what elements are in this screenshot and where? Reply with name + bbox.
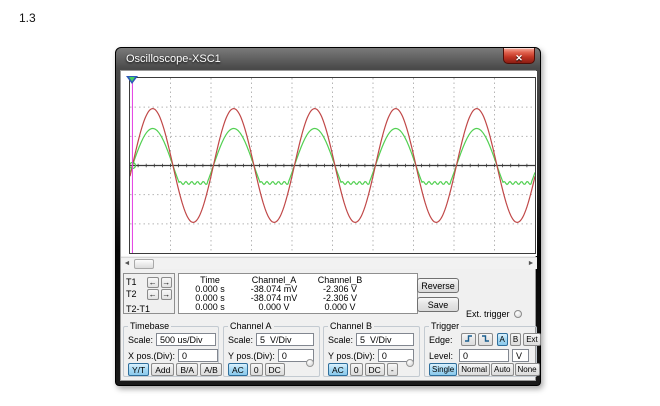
t2-left-button[interactable]: ← <box>147 289 159 300</box>
left-arrow-icon: ← <box>149 290 157 299</box>
channel-a-title: Channel A <box>228 321 274 331</box>
channel-b-group: Channel B Scale: Y pos.(Div): AC 0 DC - <box>323 326 420 377</box>
channel-a-scale-label: Scale: <box>228 335 253 345</box>
t1-label: T1 <box>126 277 145 287</box>
scroll-left-button[interactable]: ◄ <box>121 258 133 270</box>
cursor-triangle-icon <box>126 76 138 84</box>
channel-b-ac-button[interactable]: AC <box>328 363 348 376</box>
window-title: Oscilloscope-XSC1 <box>126 53 221 65</box>
scroll-left-icon: ◄ <box>124 260 131 267</box>
close-icon: ✕ <box>515 53 523 63</box>
ab-button[interactable]: A/B <box>200 363 222 376</box>
channel-a-indicator <box>306 359 314 367</box>
ext-trigger-radio[interactable] <box>514 310 522 318</box>
scope-display <box>121 71 537 256</box>
channel-a-scale-input[interactable] <box>256 333 314 346</box>
falling-edge-icon <box>481 334 490 343</box>
right-arrow-icon: → <box>162 290 170 299</box>
waveform-plot <box>130 78 535 253</box>
trigger-none-button[interactable]: None <box>515 363 540 376</box>
ext-trigger-label: Ext. trigger <box>466 309 510 319</box>
channel-a-0-button[interactable]: 0 <box>250 363 263 376</box>
readout-section: T1 ← → T2 ← → T2-T1 Time <box>121 272 537 316</box>
channel-b-dc-button[interactable]: DC <box>365 363 385 376</box>
cursor-handle[interactable] <box>126 71 138 79</box>
measurement-table: Time Channel_A Channel_B 0.000 s -38.074… <box>178 273 418 314</box>
right-arrow-icon: → <box>162 278 170 287</box>
graticule <box>129 77 536 254</box>
ba-button[interactable]: B/A <box>176 363 198 376</box>
trigger-a-button[interactable]: A <box>497 333 508 346</box>
timebase-xpos-label: X pos.(Div): <box>128 351 175 361</box>
trigger-group: Trigger Edge: A <box>424 326 537 377</box>
reverse-button[interactable]: Reverse <box>417 278 459 293</box>
trigger-ext-button[interactable]: Ext <box>523 333 541 346</box>
t2t1-channel-b: 0.000 V <box>307 303 373 312</box>
channel-b-ypos-label: Y pos.(Div): <box>328 351 375 361</box>
t2-right-button[interactable]: → <box>161 289 173 300</box>
scroll-right-icon: ► <box>528 260 535 267</box>
horizontal-scrollbar[interactable]: ◄ ► <box>121 257 537 269</box>
scroll-right-button[interactable]: ► <box>525 258 537 270</box>
add-button[interactable]: Add <box>151 363 174 376</box>
save-button[interactable]: Save <box>417 297 459 312</box>
falling-edge-button[interactable] <box>478 333 493 346</box>
t1-left-button[interactable]: ← <box>147 277 159 288</box>
channel-a-dc-button[interactable]: DC <box>265 363 285 376</box>
trigger-b-button[interactable]: B <box>510 333 521 346</box>
channel-a-ac-button[interactable]: AC <box>228 363 248 376</box>
trigger-auto-button[interactable]: Auto <box>491 363 513 376</box>
trigger-single-button[interactable]: Single <box>429 363 457 376</box>
trigger-level-input[interactable] <box>459 349 509 362</box>
t2t1-channel-a: 0.000 V <box>241 303 307 312</box>
window-body: ◄ ► T1 ← → T2 ← → <box>120 70 536 381</box>
timebase-scale-input[interactable] <box>156 333 216 346</box>
trigger-level-label: Level: <box>429 351 456 361</box>
trigger-title: Trigger <box>429 321 461 331</box>
timebase-scale-label: Scale: <box>128 335 153 345</box>
t2-label: T2 <box>126 289 145 299</box>
timebase-xpos-input[interactable] <box>178 349 218 362</box>
trigger-normal-button[interactable]: Normal <box>458 363 490 376</box>
controls-section: Timebase Scale: X pos.(Div): Y/T Add B/A… <box>121 323 537 378</box>
t2t1-label: T2-T1 <box>126 304 150 314</box>
oscilloscope-window: Oscilloscope-XSC1 ✕ ◄ <box>115 47 541 386</box>
table-row-t2t1: 0.000 s 0.000 V 0.000 V <box>179 303 417 312</box>
t2t1-time: 0.000 s <box>179 303 241 312</box>
side-buttons: Reverse Save Ext. trigger <box>417 272 537 316</box>
figure-number: 1.3 <box>19 11 36 25</box>
trigger-level-unit[interactable] <box>512 349 529 362</box>
channel-a-group: Channel A Scale: Y pos.(Div): AC 0 DC <box>223 326 320 377</box>
channel-b-scale-label: Scale: <box>328 335 353 345</box>
window-titlebar[interactable]: Oscilloscope-XSC1 ✕ <box>116 48 540 70</box>
close-button[interactable]: ✕ <box>503 48 535 64</box>
cursor-controls: T1 ← → T2 ← → T2-T1 <box>123 273 175 314</box>
channel-a-ypos-label: Y pos.(Div): <box>228 351 275 361</box>
timebase-title: Timebase <box>128 321 171 331</box>
rising-edge-icon <box>464 334 473 343</box>
trigger-edge-label: Edge: <box>429 335 453 345</box>
yt-button[interactable]: Y/T <box>128 363 149 376</box>
t1-right-button[interactable]: → <box>161 277 173 288</box>
scroll-thumb[interactable] <box>134 259 154 269</box>
channel-b-indicator <box>406 359 414 367</box>
timebase-group: Timebase Scale: X pos.(Div): Y/T Add B/A… <box>123 326 219 377</box>
channel-b-0-button[interactable]: 0 <box>350 363 363 376</box>
channel-b-minus-button[interactable]: - <box>387 363 398 376</box>
channel-b-scale-input[interactable] <box>356 333 414 346</box>
rising-edge-button[interactable] <box>461 333 476 346</box>
channel-b-title: Channel B <box>328 321 374 331</box>
page-background: 1.3 Oscilloscope-XSC1 ✕ <box>0 0 660 406</box>
left-arrow-icon: ← <box>149 278 157 287</box>
